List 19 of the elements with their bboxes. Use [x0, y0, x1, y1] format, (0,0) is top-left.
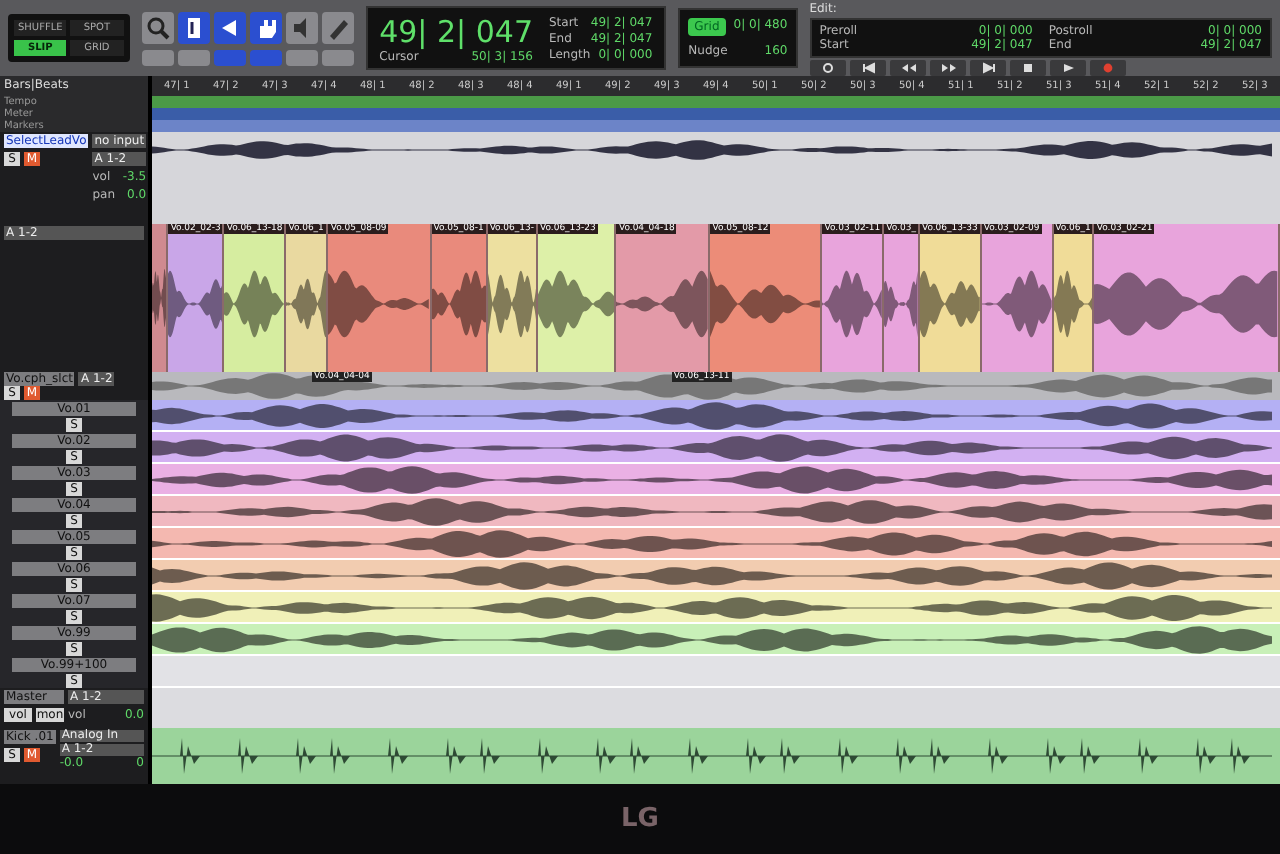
transport-button[interactable]: [889, 59, 926, 75]
transport-icon: [979, 61, 996, 73]
audio-waveform: [616, 269, 709, 337]
record-icon: [1099, 61, 1116, 73]
transport-button[interactable]: [969, 59, 1006, 75]
transport-button[interactable]: [809, 59, 846, 75]
stop-icon: [1019, 61, 1036, 73]
tool-button[interactable]: [177, 11, 210, 43]
main-counter: 49| 2| 047: [379, 14, 533, 50]
tool-button[interactable]: [249, 11, 282, 43]
transport-button[interactable]: [929, 59, 966, 75]
transport-icon: [859, 61, 876, 73]
search-icon: [143, 13, 172, 41]
transport-icon: [819, 61, 836, 73]
transport-button[interactable]: [849, 59, 886, 75]
bezel-logo: LG: [621, 804, 659, 834]
transport-button[interactable]: [1009, 59, 1046, 75]
transport-button[interactable]: [1049, 59, 1086, 75]
tool-button[interactable]: [213, 11, 246, 43]
